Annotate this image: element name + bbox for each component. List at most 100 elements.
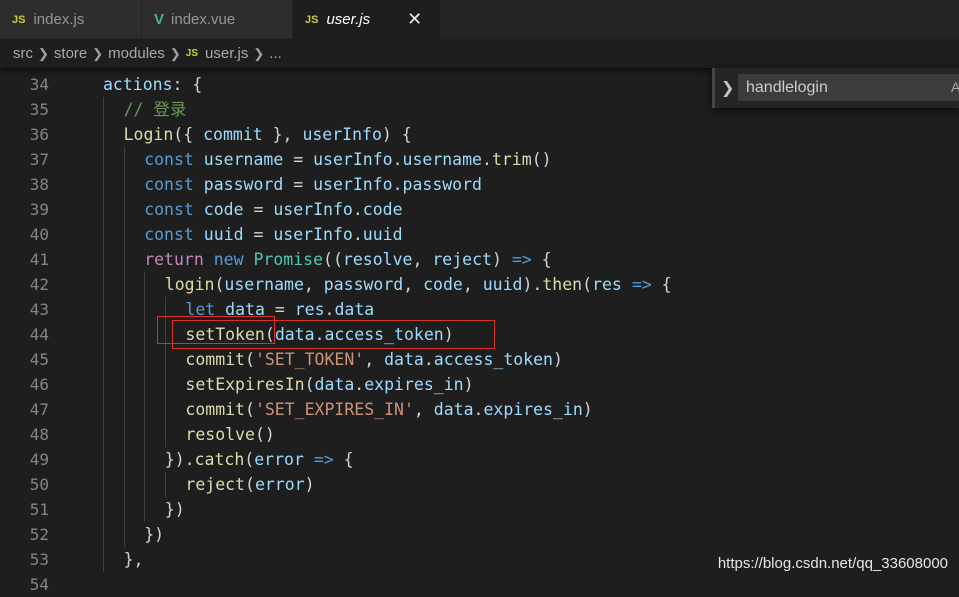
line-number: 41 [29, 250, 49, 269]
breadcrumb-item-store[interactable]: store [54, 45, 87, 62]
indent-guide [103, 347, 104, 372]
code-text: const code = userInfo.code [144, 197, 402, 222]
code-token: . [473, 400, 484, 419]
indent-guide [123, 397, 125, 422]
line-number: 43 [29, 300, 49, 319]
code-token: () [531, 150, 552, 169]
code-token: ( [245, 400, 255, 419]
code-line[interactable]: 54 [0, 572, 959, 597]
code-token: . [354, 375, 365, 394]
code-token: actions [103, 75, 173, 94]
code-line[interactable]: 45 commit('SET_TOKEN', data.access_token) [0, 347, 959, 372]
code-token: , [303, 275, 324, 294]
breadcrumb-item-symbol[interactable]: ... [269, 45, 282, 62]
code-line[interactable]: 51}) [0, 497, 959, 522]
indent-guide [144, 372, 146, 397]
code-token: data [384, 350, 424, 369]
indent-guide [103, 147, 104, 172]
code-text: // 登录 [124, 97, 187, 122]
code-token: error [254, 475, 305, 494]
indent-guide [164, 372, 166, 397]
close-icon[interactable]: ✕ [407, 9, 422, 30]
code-line[interactable]: 49}).catch(error => { [0, 447, 959, 472]
code-line[interactable]: 41 return new Promise((resolve, reject) =… [0, 247, 959, 272]
tab-user-js[interactable]: JS user.js ✕ [293, 0, 441, 39]
indent-guide [103, 397, 104, 422]
code-text: resolve() [185, 422, 274, 447]
code-token: trim [491, 150, 532, 169]
line-number: 38 [29, 175, 49, 194]
code-text: commit('SET_EXPIRES_IN', data.expires_in… [185, 397, 592, 422]
code-token: ( [304, 375, 315, 394]
code-token: // 登录 [123, 100, 187, 119]
code-editor[interactable]: 34 actions: {35// 登录 36 Login({ commit }, u… [0, 70, 959, 594]
line-number: 52 [29, 525, 49, 544]
code-token: { [651, 275, 672, 294]
code-line[interactable]: 47 commit('SET_EXPIRES_IN', data.expires_… [0, 397, 959, 422]
code-token: . [352, 225, 363, 244]
code-token: password [402, 175, 482, 194]
code-text: Login({ commit }, userInfo) { [124, 122, 412, 147]
code-text: setExpiresIn(data.expires_in) [185, 372, 473, 397]
indent-guide [103, 172, 104, 197]
breadcrumb-item-src[interactable]: src [13, 45, 33, 62]
code-token: : { [172, 75, 203, 94]
breadcrumb-item-file[interactable]: user.js [205, 45, 248, 62]
code-token: }, [262, 125, 303, 144]
code-token: res [592, 275, 622, 294]
chevron-right-icon[interactable]: ❯ [721, 78, 734, 97]
indent-guide [103, 222, 104, 247]
code-token: data [334, 300, 375, 319]
code-line[interactable]: 36 Login({ commit }, userInfo) { [0, 122, 959, 147]
code-line[interactable]: 40 const uuid = userInfo.uuid [0, 222, 959, 247]
indent-guide [103, 422, 104, 447]
code-token: () [254, 425, 275, 444]
indent-guide [144, 272, 146, 297]
code-token: uuid [362, 225, 403, 244]
code-token: then [542, 275, 583, 294]
tab-index-js[interactable]: JS index.js [0, 0, 142, 39]
indent-guide [123, 222, 125, 247]
code-token: ) [553, 350, 563, 369]
code-token: , [403, 275, 424, 294]
indent-guide [164, 347, 166, 372]
code-token: , [412, 250, 433, 269]
code-token: uuid [482, 275, 523, 294]
match-case-toggle[interactable]: A [951, 79, 959, 95]
code-token: . [352, 200, 363, 219]
code-line[interactable]: 48 resolve() [0, 422, 959, 447]
code-token: . [482, 150, 492, 169]
code-line[interactable]: 43 let data = res.data [0, 297, 959, 322]
code-line[interactable]: 42 login(username, password, code, uuid).… [0, 272, 959, 297]
code-line[interactable]: 52}) [0, 522, 959, 547]
code-token: = [243, 225, 274, 244]
code-token: ( [245, 475, 255, 494]
code-text: }) [165, 497, 185, 522]
line-number: 49 [29, 450, 49, 469]
chevron-right-icon: ❯ [92, 45, 104, 61]
breadcrumb: src ❯ store ❯ modules ❯ JS user.js ❯ ... [0, 39, 959, 68]
line-number: 48 [29, 425, 49, 444]
code-line[interactable]: 46 setExpiresIn(data.expires_in) [0, 372, 959, 397]
code-line[interactable]: 37 const username = userInfo.username.tri… [0, 147, 959, 172]
watermark: https://blog.csdn.net/qq_33608000 [717, 555, 948, 572]
code-token: }). [164, 450, 195, 469]
code-token: ) [582, 400, 593, 419]
indent-guide [103, 497, 104, 522]
indent-guide [123, 372, 125, 397]
indent-guide [103, 522, 104, 547]
indent-guide [144, 397, 146, 422]
tab-index-vue[interactable]: V index.vue [142, 0, 293, 39]
code-token: ) [304, 475, 315, 494]
breadcrumb-item-modules[interactable]: modules [108, 45, 165, 62]
find-input[interactable] [738, 74, 959, 101]
code-text: reject(error) [185, 472, 314, 497]
code-line[interactable]: 50 reject(error) [0, 472, 959, 497]
code-token: setExpiresIn [185, 375, 305, 394]
tab-label: index.js [33, 11, 85, 28]
code-line[interactable]: 39 const code = userInfo.code [0, 197, 959, 222]
code-line[interactable]: 38 const password = userInfo.password [0, 172, 959, 197]
code-token: password [203, 175, 284, 194]
indent-guide [144, 472, 146, 497]
indent-guide [123, 447, 125, 472]
